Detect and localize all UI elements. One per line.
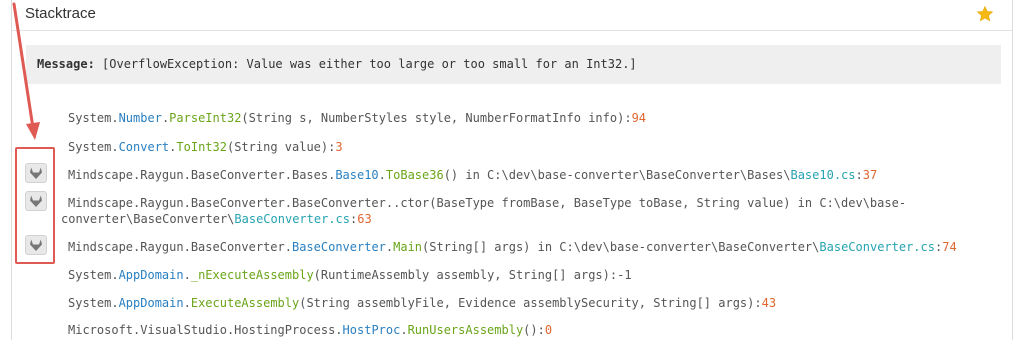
stack-frame: Mindscape.Raygun.BaseConverter.Bases.Bas… (68, 167, 877, 183)
panel-title: Stacktrace (25, 5, 96, 22)
frame-method: _nExecuteAssembly (190, 268, 314, 282)
frame-file-link[interactable]: BaseConverter.cs (819, 240, 935, 254)
message-label: Message: (37, 57, 95, 71)
frame-line-number: 37 (862, 168, 878, 182)
frame-text: System. (68, 111, 119, 125)
frame-line-number: 94 (631, 111, 647, 125)
frame-type: HostProc (342, 323, 401, 337)
frame-type: AppDomain (118, 268, 184, 282)
stack-frame-continuation: converter\BaseConverter\BaseConverter.cs… (61, 211, 372, 227)
frame-type: AppDomain (118, 296, 184, 310)
frame-text: () in C:\dev\base-converter\BaseConverte… (443, 168, 791, 182)
stack-frame: Mindscape.Raygun.BaseConverter.BaseConve… (68, 195, 906, 211)
frame-text: (RuntimeAssembly assembly, String[] args… (313, 268, 632, 282)
stack-frame: System.Number.ParseInt32(String s, Numbe… (68, 110, 646, 126)
frame-text: converter\BaseConverter\ (61, 212, 235, 226)
frame-method: Main (393, 240, 423, 254)
exception-message: Message: [OverflowException: Value was e… (37, 56, 637, 72)
frame-text: (String[] args) in C:\dev\base-converter… (422, 240, 820, 254)
annotation-highlight-box (15, 147, 55, 264)
frame-text: System. (68, 140, 119, 154)
frame-line-number: 0 (544, 323, 553, 337)
frame-text: Mindscape.Raygun.BaseConverter. (68, 240, 292, 254)
exception-message-box: Message: [OverflowException: Value was e… (26, 45, 1001, 84)
frame-text: . (400, 323, 408, 337)
frame-line-number: 63 (357, 212, 372, 226)
frame-type: Convert (118, 140, 170, 154)
stack-frame: System.AppDomain.ExecuteAssembly(String … (68, 295, 776, 311)
frame-method: ToBase36 (385, 168, 444, 182)
frame-text: Mindscape.Raygun.BaseConverter.BaseConve… (68, 196, 907, 210)
frame-method: RunUsersAssembly (407, 323, 524, 337)
frame-method: ParseInt32 (169, 111, 242, 125)
frame-type: BaseConverter (291, 240, 386, 254)
frame-text: (String assemblyFile, Evidence assemblyS… (299, 296, 762, 310)
frame-text: Microsoft.VisualStudio.HostingProcess. (68, 323, 343, 337)
stack-frame: System.Convert.ToInt32(String value):3 (68, 139, 343, 155)
frame-text: (): (523, 323, 545, 337)
message-text: [OverflowException: Value was either too… (94, 57, 637, 71)
frame-line-number: 3 (335, 140, 343, 154)
frame-text: : (855, 168, 863, 182)
frame-method: ExecuteAssembly (190, 296, 300, 310)
stack-frame: System.AppDomain._nExecuteAssembly(Runti… (68, 267, 632, 283)
frame-type: Number (118, 111, 162, 125)
frame-text: . (183, 296, 191, 310)
frame-text: (String value): (226, 140, 336, 154)
frame-line-number: 43 (761, 296, 777, 310)
frame-method: ToInt32 (176, 140, 227, 154)
stack-frame: Microsoft.VisualStudio.HostingProcess.Ho… (68, 322, 552, 338)
frame-text: Mindscape.Raygun.BaseConverter.Bases. (68, 168, 336, 182)
star-icon[interactable] (976, 5, 994, 23)
frame-text: System. (68, 268, 119, 282)
frame-text: . (378, 168, 386, 182)
stack-frame: Mindscape.Raygun.BaseConverter.BaseConve… (68, 239, 957, 255)
frame-file-link[interactable]: BaseConverter.cs (234, 212, 350, 226)
panel-header: Stacktrace (12, 0, 1012, 31)
frame-text: (String s, NumberStyles style, NumberFor… (241, 111, 632, 125)
frame-line-number: 74 (942, 240, 957, 254)
frame-type: Base10 (335, 168, 379, 182)
frame-text: . (183, 268, 191, 282)
frame-file-link[interactable]: Base10.cs (790, 168, 855, 182)
frame-text: System. (68, 296, 119, 310)
